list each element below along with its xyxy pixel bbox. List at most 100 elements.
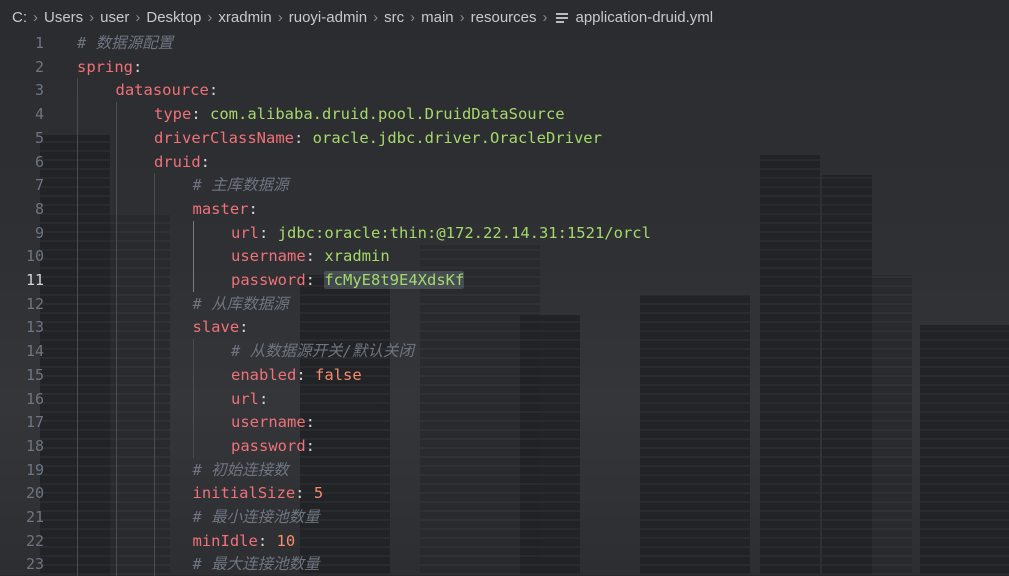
indent-guide: [115, 268, 117, 292]
code-line[interactable]: 9 url: jdbc:oracle:thin:@172.22.14.31:152…: [0, 220, 1009, 245]
indent-guide: [77, 362, 78, 387]
indent-guide: [115, 149, 117, 174]
code-comment: # 从库数据源: [192, 294, 289, 313]
line-number: 3: [34, 81, 44, 100]
line-number: 20: [25, 484, 44, 503]
chevron-right-icon: ›: [373, 9, 379, 26]
line-number: 15: [25, 365, 44, 384]
indent-guide: [77, 125, 78, 150]
breadcrumb-item[interactable]: ruoyi-admin: [289, 9, 367, 26]
indent-guide: [77, 173, 78, 198]
breadcrumb-file[interactable]: application-druid.yml: [576, 9, 714, 26]
indent-guide: [77, 386, 78, 411]
indent-guide: [154, 291, 155, 316]
breadcrumb-item[interactable]: main: [421, 9, 454, 26]
code-line[interactable]: 7 # 主库数据源: [0, 173, 1009, 198]
indent-guide: [77, 433, 78, 458]
chevron-right-icon: ›: [89, 9, 95, 26]
line-number: 8: [34, 199, 44, 218]
indent-guide: [154, 505, 155, 529]
code-line[interactable]: 13 slave:: [0, 315, 1009, 340]
code-line[interactable]: 19 # 初始连接数: [0, 457, 1009, 482]
indent-guide: [192, 386, 194, 411]
code-line[interactable]: 4 type: com.alibaba.druid.pool.DruidDataS…: [0, 102, 1009, 127]
indent-guide: [77, 315, 78, 340]
line-number: 9: [34, 223, 44, 242]
indent-guide: [115, 291, 117, 316]
yaml-value: com.alibaba.druid.pool.DruidDataSource: [210, 105, 565, 124]
indent-guide: [77, 481, 78, 506]
yaml-key: username: [231, 413, 306, 432]
indent-guide: [115, 362, 117, 387]
indent-guide: [77, 268, 78, 292]
line-number: 17: [25, 413, 44, 432]
indent-guide: [77, 244, 78, 269]
breadcrumb-item[interactable]: src: [384, 9, 404, 26]
code-comment: # 初始连接数: [192, 460, 289, 479]
indent-guide: [192, 410, 194, 435]
code-line[interactable]: 20 initialSize: 5: [0, 481, 1009, 506]
line-number: 10: [25, 247, 44, 266]
line-number: 7: [34, 176, 44, 195]
indent-guide: [115, 102, 117, 127]
breadcrumb-item[interactable]: xradmin: [218, 9, 271, 26]
code-line[interactable]: 15 enabled: false: [0, 362, 1009, 387]
yaml-key: url: [231, 223, 259, 242]
code-line[interactable]: 14 # 从数据源开关/默认关闭: [0, 339, 1009, 364]
code-comment: # 数据源配置: [77, 34, 174, 52]
code-line[interactable]: 2 spring:: [0, 55, 1009, 79]
line-number: 18: [25, 436, 44, 455]
indent-guide: [154, 339, 155, 364]
code-line[interactable]: 23 # 最大连接池数量: [0, 552, 1009, 576]
indent-guide: [115, 315, 117, 340]
breadcrumb-item[interactable]: C:: [12, 9, 27, 26]
breadcrumb-item[interactable]: Desktop: [146, 9, 201, 26]
indent-guide: [77, 339, 78, 364]
breadcrumb-item[interactable]: Users: [44, 9, 83, 26]
indent-guide: [154, 268, 155, 292]
indent-guide: [154, 481, 155, 506]
breadcrumb-item[interactable]: resources: [471, 9, 537, 26]
yaml-key: datasource: [115, 81, 209, 100]
code-editor[interactable]: 1 # 数据源配置 2 spring: 3 datasource: 4 type: com.a…: [0, 31, 1009, 576]
indent-guide: [115, 433, 117, 458]
yaml-key: username: [231, 247, 306, 266]
code-line[interactable]: 3 datasource:: [0, 78, 1009, 103]
line-number: 22: [25, 531, 44, 550]
line-number: 13: [25, 318, 44, 337]
code-line[interactable]: 16 url:: [0, 386, 1009, 411]
breadcrumb-item[interactable]: user: [100, 9, 129, 26]
yaml-value: 5: [313, 484, 324, 503]
line-number: 6: [34, 152, 44, 171]
yaml-key: initialSize: [192, 484, 296, 503]
indent-guide: [77, 220, 78, 245]
indent-guide: [115, 125, 117, 150]
code-line[interactable]: 5 driverClassName: oracle.jdbc.driver.Ora…: [0, 125, 1009, 150]
code-line[interactable]: 17 username:: [0, 410, 1009, 435]
line-number: 16: [25, 389, 44, 408]
code-line[interactable]: 10 username: xradmin: [0, 244, 1009, 269]
yaml-value: fcMyE8t9E4XdsKf: [324, 271, 465, 289]
line-number: 12: [25, 294, 44, 313]
code-line[interactable]: 6 druid:: [0, 149, 1009, 174]
line-number: 14: [25, 342, 44, 361]
indent-guide: [115, 410, 117, 435]
indent-guide: [154, 457, 155, 482]
yaml-value: xradmin: [324, 247, 390, 266]
indent-guide: [154, 433, 155, 458]
indent-guide: [115, 196, 117, 221]
indent-guide: [77, 410, 78, 435]
code-line[interactable]: 21 # 最小连接池数量: [0, 505, 1009, 529]
code-line[interactable]: 12 # 从库数据源: [0, 291, 1009, 316]
indent-guide: [115, 481, 117, 506]
code-line[interactable]: 18 password:: [0, 433, 1009, 458]
yaml-value: jdbc:oracle:thin:@172.22.14.31:1521/orcl: [277, 223, 651, 242]
code-line[interactable]: 11 password: fcMyE8t9E4XdsKf: [0, 268, 1009, 292]
code-line[interactable]: 8 master:: [0, 196, 1009, 221]
chevron-right-icon: ›: [459, 9, 465, 26]
indent-guide: [77, 102, 78, 127]
indent-guide: [192, 268, 194, 292]
indent-guide: [154, 196, 155, 221]
code-line[interactable]: 22 minIdle: 10: [0, 528, 1009, 553]
indent-guide: [77, 528, 78, 553]
